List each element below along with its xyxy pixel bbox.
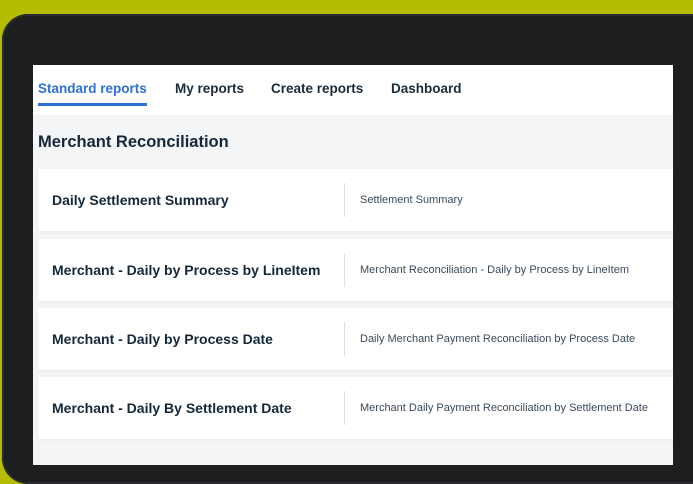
report-name: Merchant - Daily by Process by LineItem: [52, 262, 321, 278]
report-description: Merchant Daily Payment Reconciliation by…: [360, 402, 648, 414]
row-divider: [344, 322, 345, 356]
report-row-daily-by-settlement-date[interactable]: Merchant - Daily By Settlement Date Merc…: [38, 377, 673, 439]
report-row-daily-by-process-date[interactable]: Merchant - Daily by Process Date Daily M…: [38, 308, 673, 370]
tab-create-reports[interactable]: Create reports: [271, 81, 363, 104]
screen: Standard reports My reports Create repor…: [33, 65, 673, 465]
tab-my-reports[interactable]: My reports: [175, 81, 244, 104]
report-description: Merchant Reconciliation - Daily by Proce…: [360, 264, 630, 276]
section-title: Merchant Reconciliation: [38, 133, 229, 151]
report-row-daily-by-process-by-lineitem[interactable]: Merchant - Daily by Process by LineItem …: [38, 239, 673, 301]
laptop-bezel: Standard reports My reports Create repor…: [2, 14, 693, 484]
report-description: Settlement Summary: [360, 194, 463, 206]
reports-nav: Standard reports My reports Create repor…: [33, 65, 673, 115]
report-name: Merchant - Daily By Settlement Date: [52, 400, 292, 416]
report-row-daily-settlement-summary[interactable]: Daily Settlement Summary Settlement Summ…: [38, 169, 673, 231]
report-name: Merchant - Daily by Process Date: [52, 331, 273, 347]
row-divider: [344, 253, 345, 287]
tab-dashboard[interactable]: Dashboard: [391, 81, 462, 104]
report-name: Daily Settlement Summary: [52, 192, 229, 208]
row-divider: [344, 183, 345, 217]
tab-standard-reports[interactable]: Standard reports: [38, 81, 147, 106]
report-description: Daily Merchant Payment Reconciliation by…: [360, 333, 636, 345]
row-divider: [344, 391, 345, 425]
